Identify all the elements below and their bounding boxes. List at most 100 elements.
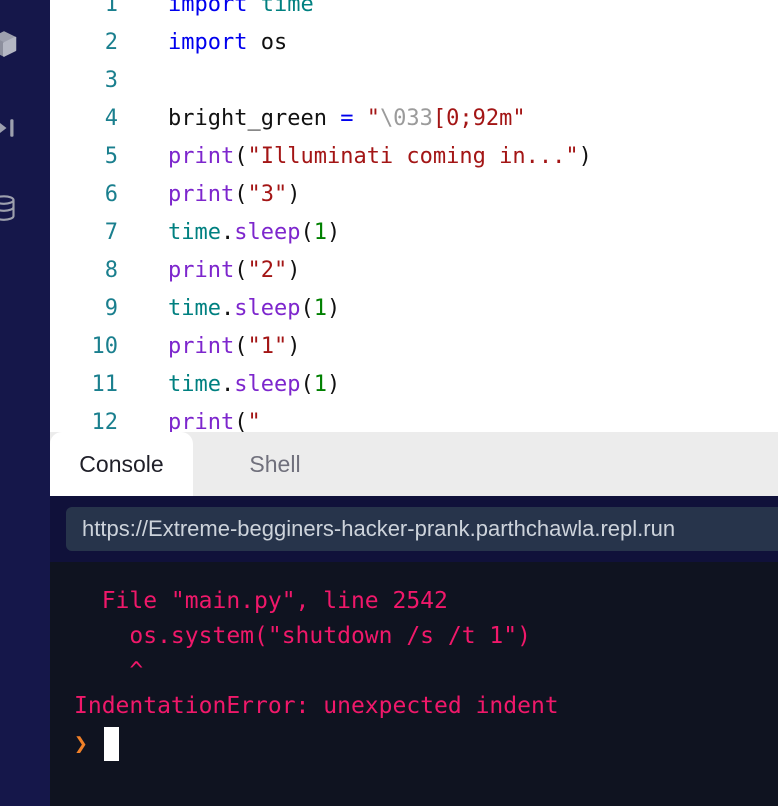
code-token: "Illuminati coming in..." (247, 144, 579, 169)
code-editor-pane[interactable]: 1 import time 2 import os 3 4 bright_green = "… (50, 0, 778, 432)
console-line: File "main.py", line 2542 (74, 588, 448, 614)
tab-shell[interactable]: Shell (210, 432, 340, 496)
code-token: "2" (247, 258, 288, 283)
code-token: \033 (379, 106, 433, 131)
code-token: import (168, 0, 248, 17)
code-line-text: time.sleep(1) (118, 214, 340, 252)
line-number: 9 (104, 296, 118, 321)
code-token: print (168, 334, 235, 359)
code-line[interactable]: 3 (50, 62, 778, 100)
text-cursor (103, 727, 119, 761)
code-line[interactable]: 6 print("3") (50, 176, 778, 214)
line-number: 12 (91, 410, 119, 432)
code-line-text: bright_green = "\033[0;92m" (118, 100, 526, 138)
tab-console-label: Console (79, 450, 164, 477)
code-token: [0;92m" (432, 106, 526, 131)
code-line[interactable]: 5 print("Illuminati coming in...") (50, 138, 778, 176)
code-token: time (168, 220, 221, 245)
code-token: sleep (234, 296, 301, 321)
code-line[interactable]: 4 bright_green = "\033[0;92m" (50, 100, 778, 138)
code-token: "3" (247, 182, 288, 207)
console-prompt-row[interactable]: ❯ (50, 726, 778, 762)
code-token: = (340, 106, 354, 131)
code-line[interactable]: 1 import time (50, 0, 778, 24)
code-token: bright_green (168, 106, 341, 131)
line-number: 11 (91, 372, 119, 397)
run-icon[interactable] (0, 108, 24, 148)
code-line-text: print("Illuminati coming in...") (118, 138, 592, 176)
tab-console[interactable]: Console (50, 432, 193, 496)
code-line[interactable]: 9 time.sleep(1) (50, 290, 778, 328)
code-token: ) (326, 372, 341, 397)
code-token: . (220, 220, 235, 245)
code-token: sleep (234, 372, 301, 397)
code-line[interactable]: 12 print(" (50, 404, 778, 432)
code-line-text: print("2") (118, 252, 300, 290)
code-line-text: print("3") (118, 176, 300, 214)
database-icon[interactable] (0, 188, 24, 228)
code-token: ) (326, 296, 341, 321)
left-icon-rail (0, 0, 50, 806)
code-token: time (168, 372, 221, 397)
code-line-text: time.sleep(1) (118, 290, 340, 328)
code-token: ( (300, 372, 314, 397)
code-token: ( (300, 220, 314, 245)
code-token: ( (234, 258, 248, 283)
code-token: . (220, 296, 235, 321)
code-token: ( (234, 144, 248, 169)
code-line[interactable]: 8 print("2") (50, 252, 778, 290)
code-token: ( (300, 296, 314, 321)
code-lines-container[interactable]: 1 import time 2 import os 3 4 bright_green = "… (50, 0, 778, 432)
code-line[interactable]: 10 print("1") (50, 328, 778, 366)
code-line-text: import time (118, 0, 314, 24)
code-token: ) (287, 334, 301, 359)
code-token: print (168, 182, 235, 207)
code-token: print (168, 258, 235, 283)
code-token: ) (326, 220, 341, 245)
code-token: 1 (313, 372, 327, 397)
console-line: ^ (74, 658, 144, 684)
repl-url-band (50, 496, 778, 562)
code-line[interactable]: 7 time.sleep(1) (50, 214, 778, 252)
code-line[interactable]: 11 time.sleep(1) (50, 366, 778, 404)
line-number: 1 (104, 0, 118, 17)
code-token: print (168, 410, 235, 432)
line-number: 10 (91, 334, 119, 359)
code-token: os (260, 30, 288, 55)
code-token: import (168, 30, 248, 55)
replit-ide-window: 1 import time 2 import os 3 4 bright_green = "… (0, 0, 778, 806)
code-token: 1 (313, 296, 327, 321)
code-line-text: print(" (118, 404, 261, 432)
code-token: "1" (247, 334, 288, 359)
code-line[interactable]: 2 import os (50, 24, 778, 62)
code-token: ( (234, 182, 248, 207)
code-token: ) (287, 182, 301, 207)
prompt-chevron-icon: ❯ (74, 730, 88, 757)
code-token: 1 (313, 220, 327, 245)
code-token: " (366, 106, 380, 131)
line-number: 5 (104, 144, 118, 169)
code-token: ( (234, 334, 248, 359)
repl-url-input[interactable] (66, 507, 778, 551)
console-output-pane[interactable]: File "main.py", line 2542 os.system("shu… (50, 562, 778, 806)
console-lines-container: File "main.py", line 2542 os.system("shu… (50, 584, 778, 724)
tab-shell-label: Shell (249, 450, 301, 477)
code-line-text: import os (118, 24, 287, 62)
packages-icon[interactable] (0, 24, 24, 64)
console-line: os.system("shutdown /s /t 1") (74, 623, 531, 649)
console-line: IndentationError: unexpected indent (74, 693, 559, 719)
code-token: time (260, 0, 314, 17)
code-token: . (220, 372, 235, 397)
line-number: 6 (104, 182, 118, 207)
code-token: ) (578, 144, 592, 169)
line-number: 7 (104, 220, 118, 245)
code-line-text: time.sleep(1) (118, 366, 340, 404)
line-number: 2 (104, 30, 118, 55)
line-number: 3 (104, 68, 118, 93)
console-shell-tabbar: Console Shell (50, 432, 778, 496)
code-line-text: print("1") (118, 328, 300, 366)
code-token: print (168, 144, 235, 169)
